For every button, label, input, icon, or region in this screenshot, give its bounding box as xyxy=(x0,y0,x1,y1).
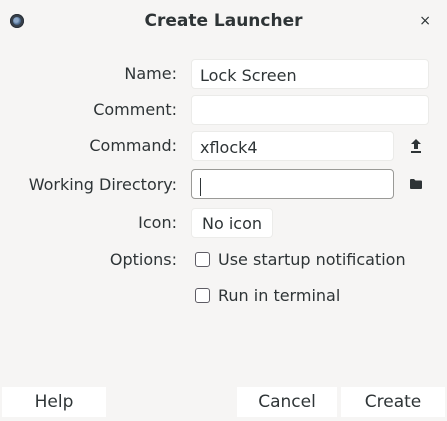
run-in-terminal-checkbox[interactable]: Run in terminal xyxy=(195,286,340,305)
checkbox-box xyxy=(195,288,210,303)
workdir-label: Working Directory: xyxy=(28,175,177,194)
title-bar: Create Launcher × xyxy=(0,0,447,44)
run-in-terminal-label: Run in terminal xyxy=(218,286,341,305)
icon-label: Icon: xyxy=(138,213,177,232)
name-field-value: Lock Screen xyxy=(200,66,297,85)
close-icon[interactable]: × xyxy=(419,13,431,29)
create-button[interactable]: Create xyxy=(341,387,445,417)
icon-button-label: No icon xyxy=(201,213,262,233)
options-label: Options: xyxy=(109,250,177,269)
comment-field[interactable] xyxy=(191,95,429,125)
command-field[interactable]: xflock4 xyxy=(191,131,394,161)
folder-icon[interactable] xyxy=(404,172,428,196)
cancel-button-label: Cancel xyxy=(258,392,316,412)
startup-notification-checkbox[interactable]: Use startup notification xyxy=(195,250,406,269)
command-field-value: xflock4 xyxy=(200,138,258,157)
help-button-label: Help xyxy=(34,392,74,412)
upload-icon[interactable] xyxy=(404,134,428,158)
icon-button[interactable]: No icon xyxy=(191,208,273,238)
cancel-button[interactable]: Cancel xyxy=(237,387,337,417)
startup-notification-label: Use startup notification xyxy=(218,250,406,269)
window-title: Create Launcher xyxy=(144,11,303,31)
text-cursor xyxy=(200,177,201,196)
comment-label: Comment: xyxy=(93,100,177,119)
checkbox-box xyxy=(195,252,210,267)
workdir-field[interactable] xyxy=(191,169,394,199)
name-field[interactable]: Lock Screen xyxy=(191,59,429,89)
name-label: Name: xyxy=(124,64,177,83)
help-button[interactable]: Help xyxy=(2,387,106,417)
create-button-label: Create xyxy=(364,392,422,412)
command-label: Command: xyxy=(89,136,177,155)
